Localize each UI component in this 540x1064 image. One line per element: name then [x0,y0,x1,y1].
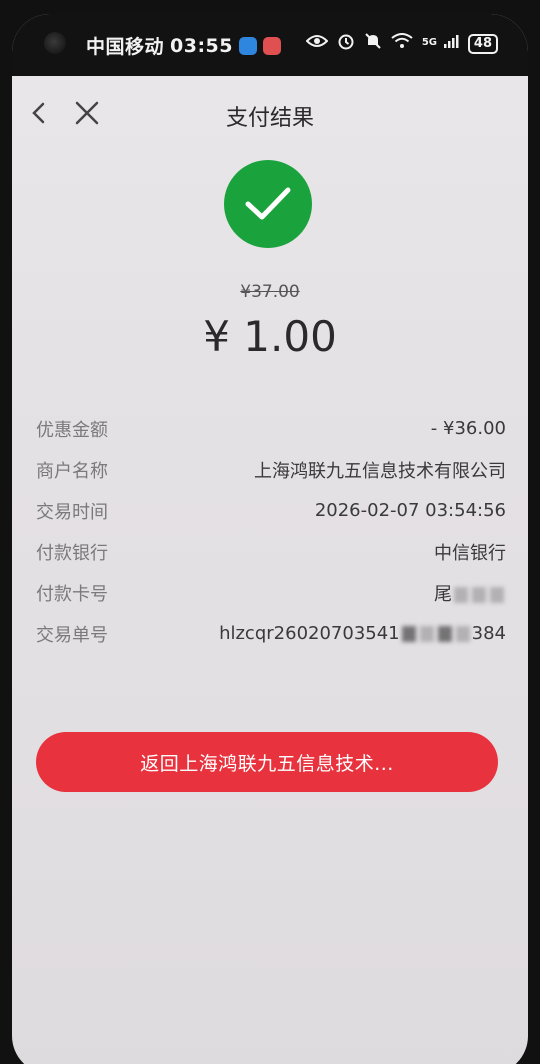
detail-label: 优惠金额 [36,419,108,441]
detail-row-discount: 优惠金额 - ¥36.00 [36,408,506,449]
masked-region [437,626,452,642]
eye-icon [305,33,329,54]
detail-value: 中信银行 [434,542,506,564]
signal-icon: 5G [422,33,459,54]
phone-frame: 中国移动 03:55 5G 48 支付结果 ¥37.00 ¥ 1.00 优惠金额… [0,0,540,1064]
detail-value: 上海鸿联九五信息技术有限公司 [254,460,506,482]
carrier-name: 中国移动 [86,36,165,58]
card-prefix: 尾 [434,583,452,605]
masked-region [472,586,486,603]
detail-row-card: 付款卡号 尾 [36,572,506,613]
alarm-icon [337,32,355,55]
header: 支付结果 [12,76,528,152]
payment-details: 优惠金额 - ¥36.00 商户名称 上海鸿联九五信息技术有限公司 交易时间 2… [36,408,506,654]
detail-row-bank: 付款银行 中信银行 [36,531,506,572]
return-merchant-button[interactable]: 返回上海鸿联九五信息技术... [36,732,498,792]
network-type: 5G [421,37,437,48]
success-check-icon [224,160,312,248]
status-bar: 中国移动 03:55 5G 48 [12,14,528,76]
detail-row-time: 交易时间 2026-02-07 03:54:56 [36,490,506,531]
detail-label: 付款卡号 [36,583,108,605]
status-left: 中国移动 03:55 [86,32,281,59]
detail-label: 交易时间 [36,501,108,523]
detail-label: 付款银行 [36,542,108,564]
detail-value: 2026-02-07 03:54:56 [314,500,506,521]
page-title: 支付结果 [225,106,314,131]
order-suffix: 384 [471,623,506,644]
detail-value-masked: 尾 [434,580,506,606]
detail-label: 交易单号 [36,624,108,646]
original-price: ¥37.00 [240,282,300,302]
notification-app-icon [239,36,257,55]
masked-region [419,626,434,642]
screen: 中国移动 03:55 5G 48 支付结果 ¥37.00 ¥ 1.00 优惠金额… [12,14,528,1064]
notification-app-icon-2 [263,36,281,55]
masked-region [490,586,504,603]
battery-indicator: 48 [467,33,498,54]
masked-region [401,626,416,642]
detail-row-order: 交易单号 hlzcqr26020703541 384 [36,613,506,654]
detail-value-masked: hlzcqr26020703541 384 [219,623,506,644]
paid-amount: ¥ 1.00 [203,312,337,361]
wifi-icon [391,33,413,54]
detail-label: 商户名称 [36,460,108,482]
order-prefix: hlzcqr26020703541 [219,623,400,644]
detail-row-merchant: 商户名称 上海鸿联九五信息技术有限公司 [36,449,506,490]
detail-value: - ¥36.00 [430,418,506,439]
status-right: 5G 48 [305,32,498,55]
status-time: 03:55 [170,34,233,57]
camera-cutout [44,32,66,54]
mute-icon [364,32,382,55]
masked-region [454,586,468,603]
masked-region [455,626,470,642]
